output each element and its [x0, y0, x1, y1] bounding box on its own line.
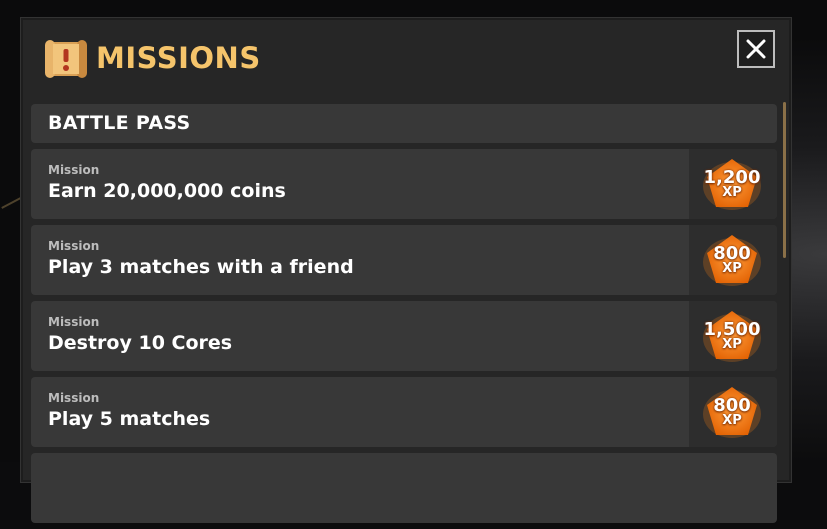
- xp-unit: XP: [722, 185, 742, 200]
- close-button[interactable]: [737, 30, 775, 68]
- panel-header: MISSIONS: [23, 20, 789, 100]
- xp-badge: 800 XP: [702, 384, 762, 440]
- missions-list[interactable]: BATTLE PASS Mission Earn 20,000,000 coin…: [31, 104, 777, 529]
- reward-area: 800 XP: [689, 225, 777, 295]
- mission-row[interactable]: Mission Earn 20,000,000 coins 1,200 XP: [31, 149, 777, 219]
- reward-area: 1,500 XP: [689, 301, 777, 371]
- mission-row-partial[interactable]: [31, 453, 777, 523]
- mission-description: Play 5 matches: [48, 408, 211, 430]
- mission-description: Destroy 10 Cores: [48, 332, 233, 354]
- missions-panel: MISSIONS BATTLE PASS Mission Earn 20,000…: [21, 18, 791, 523]
- mission-row[interactable]: Mission Destroy 10 Cores 1,500 XP: [31, 301, 777, 371]
- mission-description: Play 3 matches with a friend: [48, 256, 354, 278]
- mission-label: Mission: [48, 239, 100, 253]
- scrollbar[interactable]: [783, 102, 786, 258]
- mission-label: Mission: [48, 163, 100, 177]
- close-icon: [746, 39, 766, 59]
- reward-area: 1,200 XP: [689, 149, 777, 219]
- mission-description: Earn 20,000,000 coins: [48, 180, 286, 202]
- reward-area: 800 XP: [689, 377, 777, 447]
- xp-unit: XP: [722, 413, 742, 428]
- section-title: BATTLE PASS: [48, 112, 191, 134]
- xp-badge: 1,200 XP: [702, 156, 762, 212]
- page-title: MISSIONS: [96, 41, 261, 75]
- mission-label: Mission: [48, 315, 100, 329]
- mission-row[interactable]: Mission Play 3 matches with a friend 800…: [31, 225, 777, 295]
- scroll-icon: [45, 40, 87, 78]
- xp-badge: 800 XP: [702, 232, 762, 288]
- xp-unit: XP: [722, 261, 742, 276]
- mission-label: Mission: [48, 391, 100, 405]
- mission-row[interactable]: Mission Play 5 matches 800 XP: [31, 377, 777, 447]
- section-header: BATTLE PASS: [31, 104, 777, 143]
- xp-badge: 1,500 XP: [702, 308, 762, 364]
- xp-unit: XP: [722, 337, 742, 352]
